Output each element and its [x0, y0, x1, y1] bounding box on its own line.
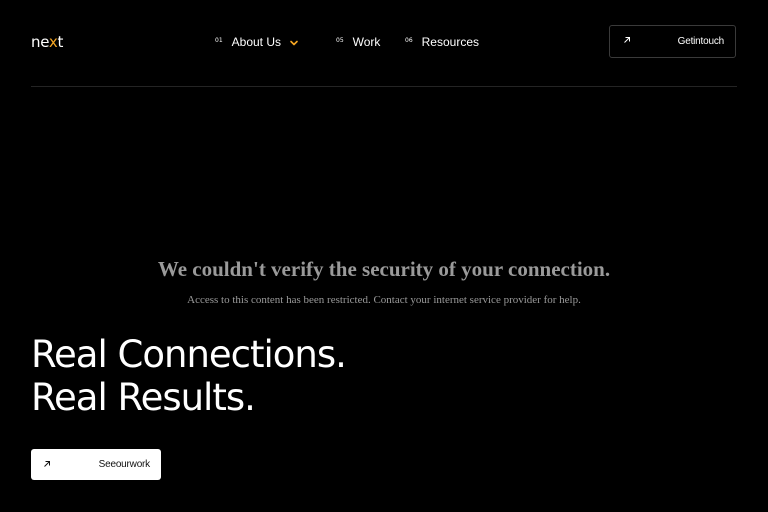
- hero-heading-line-2: Real Results.: [31, 376, 256, 419]
- logo-text-start: ne: [31, 33, 49, 51]
- nav-item-number: 06: [405, 37, 413, 44]
- see-our-work-label: Seeourwork: [98, 459, 151, 470]
- nav-item-about-us[interactable]: 01 About Us: [215, 35, 299, 50]
- get-in-touch-label: Getintouch: [677, 36, 725, 47]
- security-notice-title: We couldn't verify the security of your …: [157, 257, 611, 281]
- page: next 01 About Us 05 Work 06 Resources Ge…: [0, 0, 768, 512]
- arrow-up-right-icon: [44, 461, 50, 467]
- nav-item-number: 01: [215, 37, 223, 44]
- nav-item-resources[interactable]: 06 Resources: [405, 35, 479, 50]
- hero-heading: Real Connections. Real Results.: [31, 333, 347, 419]
- nav-item-label: Resources: [421, 35, 479, 49]
- logo[interactable]: next: [31, 33, 63, 51]
- arrow-up-right-icon: [624, 37, 630, 43]
- header-divider: [31, 86, 737, 87]
- see-our-work-button[interactable]: Seeourwork: [31, 449, 161, 480]
- logo-text-end: t: [57, 33, 64, 51]
- chevron-down-icon[interactable]: [289, 38, 299, 48]
- nav-item-number: 05: [336, 37, 344, 44]
- nav-item-label: Work: [352, 35, 381, 49]
- security-notice-subtitle: Access to this content has been restrict…: [187, 294, 581, 306]
- nav-item-work[interactable]: 05 Work: [336, 35, 380, 50]
- nav-item-label: About Us: [231, 35, 281, 49]
- get-in-touch-button[interactable]: Getintouch: [609, 25, 736, 58]
- hero-heading-line-1: Real Connections.: [31, 333, 347, 376]
